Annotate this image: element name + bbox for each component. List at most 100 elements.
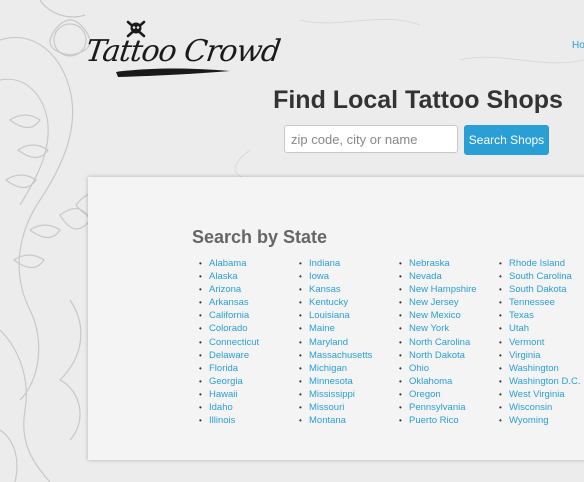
list-item: Nevada <box>396 270 477 283</box>
state-link[interactable]: Vermont <box>509 337 544 348</box>
state-link[interactable]: Rhode Island <box>509 258 565 269</box>
state-link[interactable]: Wisconsin <box>509 402 552 413</box>
list-item: Idaho <box>196 401 259 414</box>
brush-stroke-icon <box>116 68 230 77</box>
list-item: Wisconsin <box>496 401 580 414</box>
list-item: Nebraska <box>396 257 477 270</box>
nav-home-link[interactable]: Ho <box>572 40 584 51</box>
state-link[interactable]: Washington D.C. <box>509 376 580 387</box>
list-item: Texas <box>496 309 580 322</box>
list-item: North Dakota <box>396 349 477 362</box>
state-link[interactable]: Maine <box>309 323 335 334</box>
state-link[interactable]: Arizona <box>209 284 241 295</box>
list-item: New Hampshire <box>396 283 477 296</box>
state-link[interactable]: Tennessee <box>509 297 555 308</box>
state-link[interactable]: Puerto Rico <box>409 415 459 426</box>
list-item: Montana <box>296 414 372 427</box>
state-link[interactable]: Hawaii <box>209 389 238 400</box>
list-item: South Carolina <box>496 270 580 283</box>
list-item: Kansas <box>296 283 372 296</box>
states-panel: Search by State Alabama Alaska Arizona A… <box>88 177 584 460</box>
state-link[interactable]: Nebraska <box>409 258 450 269</box>
state-link[interactable]: South Dakota <box>509 284 567 295</box>
state-link[interactable]: North Carolina <box>409 337 470 348</box>
list-item: Oklahoma <box>396 375 477 388</box>
state-link[interactable]: Illinois <box>209 415 235 426</box>
state-link[interactable]: Indiana <box>309 258 340 269</box>
list-item: Washington <box>496 362 580 375</box>
state-link[interactable]: Montana <box>309 415 346 426</box>
list-item: Missouri <box>296 401 372 414</box>
list-item: Alaska <box>196 270 259 283</box>
list-item: New Mexico <box>396 309 477 322</box>
state-link[interactable]: Massachusetts <box>309 350 372 361</box>
list-item: Georgia <box>196 375 259 388</box>
state-link[interactable]: Mississippi <box>309 389 355 400</box>
state-link[interactable]: New Jersey <box>409 297 459 308</box>
list-item: Rhode Island <box>496 257 580 270</box>
state-link[interactable]: Washington <box>509 363 559 374</box>
state-link[interactable]: Kansas <box>309 284 341 295</box>
list-item: West Virginia <box>496 388 580 401</box>
state-link[interactable]: Texas <box>509 310 534 321</box>
list-item: Virginia <box>496 349 580 362</box>
search-input[interactable] <box>284 125 458 153</box>
list-item: Hawaii <box>196 388 259 401</box>
state-link[interactable]: Pennsylvania <box>409 402 466 413</box>
state-link[interactable]: West Virginia <box>509 389 565 400</box>
list-item: New York <box>396 322 477 335</box>
list-item: South Dakota <box>496 283 580 296</box>
state-link[interactable]: Oklahoma <box>409 376 452 387</box>
search-shops-button[interactable]: Search Shops <box>464 125 549 155</box>
state-column-3: Nebraska Nevada New Hampshire New Jersey… <box>396 257 477 427</box>
state-link[interactable]: Alaska <box>209 271 238 282</box>
state-link[interactable]: Virginia <box>509 350 541 361</box>
list-item: Colorado <box>196 322 259 335</box>
state-link[interactable]: Colorado <box>209 323 248 334</box>
state-link[interactable]: New Mexico <box>409 310 461 321</box>
state-link[interactable]: California <box>209 310 249 321</box>
state-link[interactable]: North Dakota <box>409 350 465 361</box>
state-link[interactable]: Missouri <box>309 402 344 413</box>
list-item: Indiana <box>296 257 372 270</box>
state-column-2: Indiana Iowa Kansas Kentucky Louisiana M… <box>296 257 372 427</box>
state-link[interactable]: Delaware <box>209 350 249 361</box>
state-link[interactable]: Nevada <box>409 271 442 282</box>
list-item: Delaware <box>196 349 259 362</box>
list-item: North Carolina <box>396 336 477 349</box>
state-link[interactable]: Alabama <box>209 258 247 269</box>
search-by-state-heading: Search by State <box>192 227 328 247</box>
page-title: Find Local Tattoo Shops <box>273 86 563 114</box>
list-item: Kentucky <box>296 296 372 309</box>
state-link[interactable]: New Hampshire <box>409 284 477 295</box>
state-link[interactable]: Michigan <box>309 363 347 374</box>
state-link[interactable]: New York <box>409 323 449 334</box>
tattoo-crowd-logo[interactable]: Tattoo Crowd <box>84 20 282 82</box>
state-link[interactable]: Iowa <box>309 271 329 282</box>
state-link[interactable]: Wyoming <box>509 415 549 426</box>
state-link[interactable]: Utah <box>509 323 529 334</box>
state-link[interactable]: Georgia <box>209 376 243 387</box>
list-item: Wyoming <box>496 414 580 427</box>
list-item: Utah <box>496 322 580 335</box>
state-link[interactable]: Kentucky <box>309 297 348 308</box>
state-link[interactable]: Connecticut <box>209 337 259 348</box>
list-item: Vermont <box>496 336 580 349</box>
state-link[interactable]: Oregon <box>409 389 441 400</box>
state-link[interactable]: Minnesota <box>309 376 353 387</box>
state-link[interactable]: Louisiana <box>309 310 350 321</box>
list-item: New Jersey <box>396 296 477 309</box>
state-link[interactable]: Florida <box>209 363 238 374</box>
list-item: Massachusetts <box>296 349 372 362</box>
list-item: Tennessee <box>496 296 580 309</box>
state-link[interactable]: Maryland <box>309 337 348 348</box>
state-link[interactable]: Arkansas <box>209 297 249 308</box>
list-item: Mississippi <box>296 388 372 401</box>
list-item: Florida <box>196 362 259 375</box>
state-column-1: Alabama Alaska Arizona Arkansas Californ… <box>196 257 259 427</box>
list-item: Puerto Rico <box>396 414 477 427</box>
state-link[interactable]: Idaho <box>209 402 233 413</box>
state-link[interactable]: South Carolina <box>509 271 572 282</box>
state-link[interactable]: Ohio <box>409 363 429 374</box>
list-item: Illinois <box>196 414 259 427</box>
